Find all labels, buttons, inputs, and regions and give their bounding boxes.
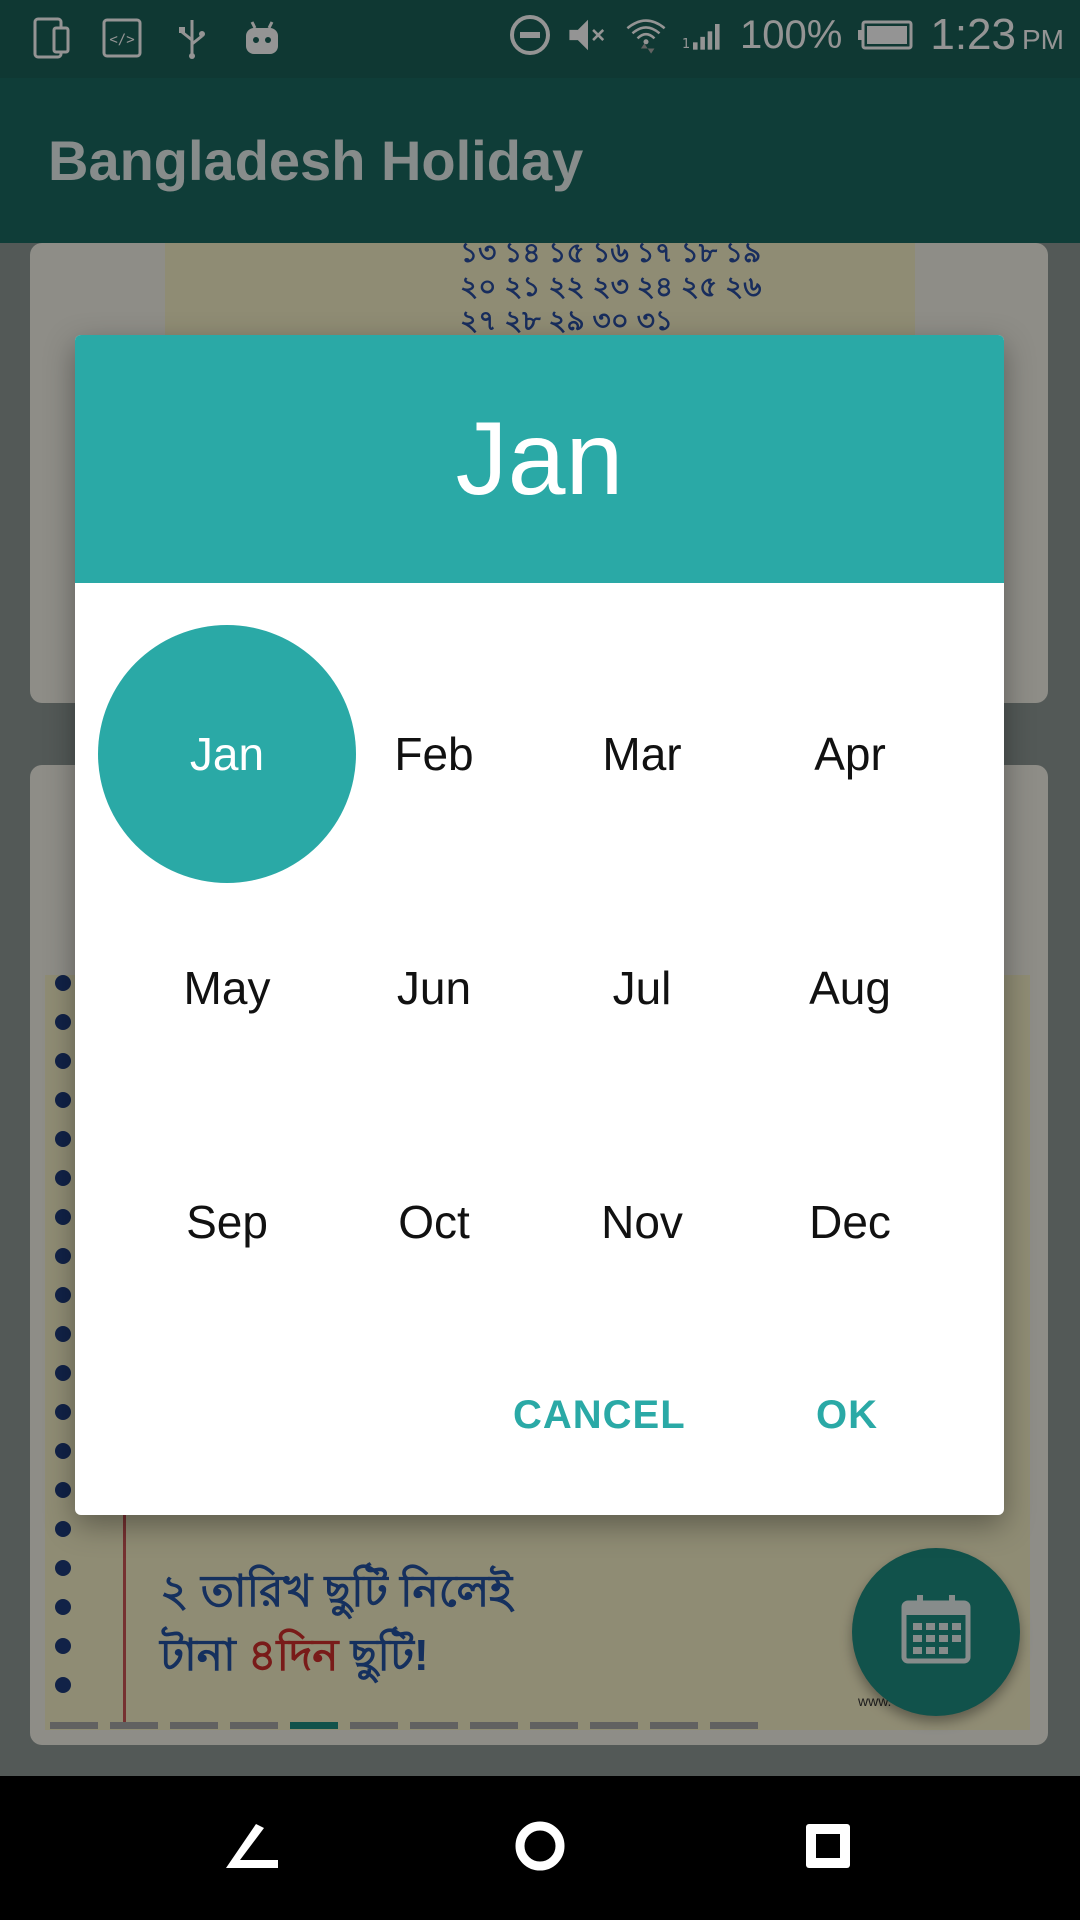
selected-month-title: Jan <box>455 400 624 517</box>
ok-button[interactable]: OK <box>816 1393 878 1438</box>
cancel-button[interactable]: CANCEL <box>513 1393 686 1438</box>
month-aug[interactable]: Aug <box>721 859 979 1117</box>
navigation-bar <box>0 1776 1080 1920</box>
month-dec[interactable]: Dec <box>721 1093 979 1351</box>
month-picker-dialog: Jan Jan Feb Mar Apr May Jun Jul Aug Sep … <box>75 335 1004 1515</box>
dialog-header: Jan <box>75 335 1004 583</box>
month-grid: Jan Feb Mar Apr May Jun Jul Aug Sep Oct … <box>75 583 1004 1285</box>
recent-apps-button[interactable] <box>796 1816 860 1880</box>
home-button[interactable] <box>508 1816 572 1880</box>
home-icon <box>512 1818 568 1879</box>
month-apr[interactable]: Apr <box>721 625 979 883</box>
back-button[interactable] <box>220 1816 284 1880</box>
recent-apps-icon <box>802 1820 854 1877</box>
dialog-actions: CANCEL OK <box>75 1393 1004 1483</box>
back-icon <box>222 1822 282 1875</box>
